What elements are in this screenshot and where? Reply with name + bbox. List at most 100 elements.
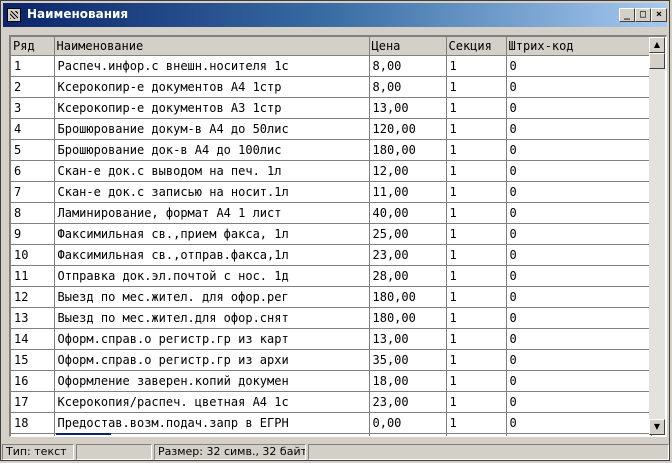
section-cell[interactable]: 1 <box>446 97 507 119</box>
section-cell[interactable]: 1 <box>446 160 507 182</box>
price-cell[interactable]: 120,00 <box>369 118 447 140</box>
name-cell[interactable]: Факсимильная св.,отправ.факса,1л <box>54 244 370 266</box>
table-row[interactable]: 2 Ксерокопир-е документов А4 1стр 8,00 1 0 <box>11 76 652 98</box>
table-row[interactable]: 15 Оформ.справ.о регистр.гр из архи 35,00 1… <box>11 349 652 371</box>
table-row[interactable]: 12 Выезд по мес.жител. для офор.рег 180,00… <box>11 286 652 308</box>
price-cell[interactable]: 8,00 <box>369 76 447 98</box>
price-cell[interactable]: 180,00 <box>369 307 447 329</box>
barcode-cell[interactable]: 0 <box>506 265 652 287</box>
barcode-cell[interactable]: 0 <box>506 349 652 371</box>
price-cell[interactable]: 12,00 <box>369 160 447 182</box>
section-cell[interactable]: 1 <box>446 181 507 203</box>
name-cell[interactable]: Выезд по мес.жител.для офор.снят <box>54 307 370 329</box>
barcode-cell[interactable]: 0 <box>506 391 652 413</box>
section-cell[interactable]: 1 <box>446 370 507 392</box>
row-number-cell[interactable]: 4 <box>11 118 55 140</box>
name-cell[interactable]: Распеч.инфор.с внешн.носителя 1с <box>54 55 370 77</box>
section-cell[interactable]: 1 <box>446 286 507 308</box>
section-cell[interactable]: 1 <box>446 139 507 161</box>
barcode-cell[interactable]: 0 <box>506 55 652 77</box>
section-cell[interactable]: 1 <box>446 223 507 245</box>
table-row[interactable]: 10 Факсимильная св.,отправ.факса,1л 23,00 1… <box>11 244 652 266</box>
barcode-cell[interactable]: 0 <box>506 160 652 182</box>
row-number-cell[interactable]: 18 <box>11 412 55 434</box>
data-grid[interactable]: Ряд Наименование Цена Секция Штрих-код 1 Расп… <box>9 35 667 437</box>
section-cell[interactable]: 1 <box>446 391 507 413</box>
section-cell[interactable]: 1 <box>446 76 507 98</box>
section-cell[interactable]: 1 <box>446 349 507 371</box>
name-cell[interactable]: Предостав.возм.подач.запр в ЕГРН <box>54 412 370 434</box>
section-cell[interactable]: 1 <box>446 433 507 436</box>
price-cell[interactable]: 180,00 <box>369 286 447 308</box>
name-cell[interactable]: Скан-е док.с записью на носит.1л <box>54 181 370 203</box>
price-cell[interactable]: 11,00 <box>369 181 447 203</box>
price-cell[interactable]: 28,00 <box>369 265 447 287</box>
row-number-cell[interactable]: 9 <box>11 223 55 245</box>
name-cell[interactable]: Оформление заверен.копий докумен <box>54 370 370 392</box>
row-number-cell[interactable]: 7 <box>11 181 55 203</box>
column-name-header[interactable]: Наименование <box>54 37 370 56</box>
name-cell[interactable]: Выезд по мес.жител. для офор.рег <box>54 286 370 308</box>
row-number-cell[interactable]: 16 <box>11 370 55 392</box>
table-row[interactable]: 13 Выезд по мес.жител.для офор.снят 180,00… <box>11 307 652 329</box>
barcode-cell[interactable]: 0 <box>506 181 652 203</box>
price-cell[interactable]: 0,00 <box>369 412 447 434</box>
price-cell[interactable]: 13,00 <box>369 328 447 350</box>
name-cell[interactable]: Скан-е док.с выводом на печ. 1л <box>54 160 370 182</box>
row-number-cell[interactable]: 5 <box>11 139 55 161</box>
table-row[interactable]: 9 Факсимильная св.,прием факса, 1л 25,00 1 0 <box>11 223 652 245</box>
section-cell[interactable]: 1 <box>446 202 507 224</box>
scroll-down-button[interactable]: ▼ <box>649 419 665 435</box>
barcode-cell[interactable]: 0 <box>506 328 652 350</box>
name-cell[interactable]: Отправка док.эл.почтой с нос. 1д <box>54 265 370 287</box>
table-row[interactable]: 3 Ксерокопир-е документов А3 1стр 13,00 1 0 <box>11 97 652 119</box>
price-cell[interactable]: 40,00 <box>369 202 447 224</box>
table-row[interactable]: 6 Скан-е док.с выводом на печ. 1л 12,00 1 0 <box>11 160 652 182</box>
row-number-cell[interactable]: 3 <box>11 97 55 119</box>
barcode-cell[interactable]: 0 <box>506 286 652 308</box>
name-cell[interactable]: Оформ.справ.о регистр.гр из архи <box>54 349 370 371</box>
table-row[interactable]: 14 Оформ.справ.о регистр.гр из карт 13,00 1… <box>11 328 652 350</box>
name-cell[interactable]: Оформ.справ.о регистр.гр из карт <box>54 328 370 350</box>
price-cell[interactable]: 13,00 <box>369 97 447 119</box>
price-cell[interactable]: 25,00 <box>369 223 447 245</box>
price-cell[interactable]: 8,00 <box>369 55 447 77</box>
price-cell[interactable]: 1,00 <box>369 433 447 436</box>
barcode-cell[interactable]: 0 <box>506 139 652 161</box>
close-button[interactable]: × <box>651 8 667 22</box>
row-number-cell[interactable]: 15 <box>11 349 55 371</box>
minimize-button[interactable]: _ <box>619 8 635 22</box>
name-cell[interactable]: Ксерокопир-е документов А4 1стр <box>54 76 370 98</box>
name-cell[interactable]: Ламинирование, формат А4 1 лист <box>54 202 370 224</box>
barcode-cell[interactable]: 0 <box>506 433 652 436</box>
name-cell[interactable]: Ксерокопир-е документов А3 1стр <box>54 97 370 119</box>
row-number-cell[interactable]: 1 <box>11 55 55 77</box>
section-cell[interactable]: 1 <box>446 118 507 140</box>
table-row[interactable]: 4 Брошюрование докум-в А4 до 50лис 120,00 1… <box>11 118 652 140</box>
table-row[interactable]: 5 Брошюрование док-в А4 до 100лис 180,00 1 0 <box>11 139 652 161</box>
name-cell[interactable]: Брошюрование док-в А4 до 100лис <box>54 139 370 161</box>
price-cell[interactable]: 23,00 <box>369 244 447 266</box>
row-number-cell[interactable]: 17 <box>11 391 55 413</box>
section-cell[interactable]: 1 <box>446 328 507 350</box>
barcode-cell[interactable]: 0 <box>506 370 652 392</box>
barcode-cell[interactable]: 0 <box>506 244 652 266</box>
column-section-header[interactable]: Секция <box>446 37 507 56</box>
barcode-cell[interactable]: 0 <box>506 97 652 119</box>
row-number-cell[interactable]: 14 <box>11 328 55 350</box>
price-cell[interactable]: 35,00 <box>369 349 447 371</box>
name-cell[interactable]: Брошюрование докум-в А4 до 50лис <box>54 118 370 140</box>
row-number-cell[interactable]: 10 <box>11 244 55 266</box>
price-cell[interactable]: 18,00 <box>369 370 447 392</box>
name-cell[interactable]: Факсимильная св.,прием факса, 1л <box>54 223 370 245</box>
column-barcode-header[interactable]: Штрих-код <box>506 37 652 56</box>
table-row[interactable]: 11 Отправка док.эл.почтой с нос. 1д 28,00 1… <box>11 265 652 287</box>
price-cell[interactable]: 23,00 <box>369 391 447 413</box>
section-cell[interactable]: 1 <box>446 307 507 329</box>
barcode-cell[interactable]: 0 <box>506 118 652 140</box>
scroll-up-button[interactable]: ▲ <box>649 37 665 53</box>
barcode-cell[interactable]: 0 <box>506 223 652 245</box>
barcode-cell[interactable]: 0 <box>506 202 652 224</box>
barcode-cell[interactable]: 0 <box>506 76 652 98</box>
row-number-cell[interactable]: 8 <box>11 202 55 224</box>
